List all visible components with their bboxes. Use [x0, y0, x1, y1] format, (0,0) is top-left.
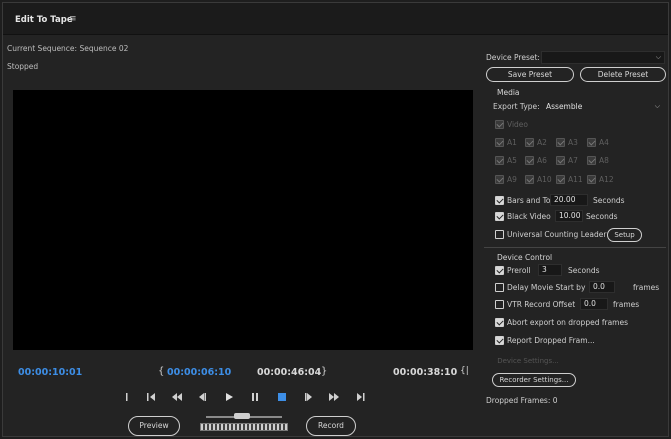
vtr-record-offset-label: VTR Record Offset — [507, 300, 576, 309]
current-sequence-label: Current Sequence: Sequence 02 — [7, 44, 129, 53]
preroll-label: Preroll — [507, 266, 531, 275]
step-forward-icon[interactable] — [300, 389, 318, 405]
bars-and-tone-checkbox[interactable] — [495, 196, 504, 205]
jog-wheel[interactable] — [200, 423, 288, 431]
rewind-icon[interactable] — [168, 389, 186, 405]
mark-in-icon[interactable] — [118, 389, 136, 405]
audio-channel-checkbox[interactable] — [525, 156, 534, 165]
preroll-checkbox[interactable] — [495, 266, 504, 275]
export-type-select[interactable]: Assemble ⌵ — [542, 100, 664, 113]
device-settings-button[interactable]: Device Settings... — [492, 354, 564, 368]
panel-title[interactable]: Edit To Tape — [15, 15, 73, 25]
abort-on-dropped-frames-label: Abort export on dropped frames — [507, 318, 628, 327]
in-bracket: { — [158, 366, 165, 377]
audio-channel-checkbox[interactable] — [525, 175, 534, 184]
preroll-unit: Seconds — [568, 266, 600, 275]
report-dropped-frames-label: Report Dropped Fram... — [507, 336, 595, 345]
video-label: Video — [507, 120, 529, 129]
audio-channel-label: A2 — [537, 138, 547, 147]
vtr-record-offset-checkbox[interactable] — [495, 300, 504, 309]
black-video-label: Black Video — [507, 212, 551, 221]
delay-movie-start-unit: frames — [633, 283, 660, 292]
audio-channel-checkbox[interactable] — [495, 175, 504, 184]
duration-bracket-icon: {| — [460, 366, 469, 376]
video-checkbox[interactable] — [495, 120, 504, 129]
export-type-label: Export Type: — [493, 102, 540, 111]
delay-movie-start-input[interactable]: 0.0 — [589, 281, 615, 293]
preview-button[interactable]: Preview — [128, 416, 180, 436]
universal-counting-leader-checkbox[interactable] — [495, 230, 504, 239]
vtr-record-offset-input[interactable]: 0.0 — [580, 298, 608, 310]
out-point-timecode[interactable]: 00:00:46:04 — [257, 367, 321, 378]
audio-channel-label: A5 — [507, 156, 517, 165]
audio-channel-checkbox[interactable] — [525, 138, 534, 147]
black-video-seconds-input[interactable]: 10.00 — [555, 210, 583, 222]
audio-channel-label: A11 — [568, 175, 583, 184]
audio-channel-label: A3 — [568, 138, 578, 147]
duration-timecode: 00:00:38:10 — [393, 367, 458, 378]
in-point-timecode[interactable]: 00:00:06:10 — [167, 367, 231, 378]
go-to-out-icon[interactable] — [352, 389, 370, 405]
audio-channel-label: A10 — [537, 175, 552, 184]
bars-and-tone-seconds-input[interactable]: 20.00 — [550, 194, 588, 206]
black-video-unit: Seconds — [586, 212, 618, 221]
panel-tab-bar: Edit To Tape ≡ — [3, 3, 668, 35]
pause-icon[interactable] — [246, 389, 264, 405]
current-timecode[interactable]: 00:00:10:01 — [18, 367, 82, 378]
bars-and-tone-unit: Seconds — [593, 196, 625, 205]
audio-channel-label: A12 — [599, 175, 614, 184]
out-bracket: } — [321, 366, 328, 377]
dropped-frames-label: Dropped Frames: 0 — [486, 396, 558, 405]
audio-channel-label: A1 — [507, 138, 517, 147]
delete-preset-button[interactable]: Delete Preset — [580, 67, 666, 82]
universal-counting-leader-label: Universal Counting Leader — [507, 230, 607, 239]
audio-channel-checkbox[interactable] — [495, 156, 504, 165]
audio-channel-label: A6 — [537, 156, 547, 165]
setup-button[interactable]: Setup — [607, 228, 642, 242]
play-icon[interactable] — [220, 389, 238, 405]
audio-channel-checkbox[interactable] — [587, 156, 596, 165]
audio-channel-label: A9 — [507, 175, 517, 184]
device-preset-label: Device Preset: — [486, 53, 540, 62]
go-to-in-icon[interactable] — [142, 389, 160, 405]
device-preset-select[interactable]: ⌵ — [541, 51, 665, 64]
jog-shuttle[interactable] — [200, 413, 288, 433]
audio-channel-label: A7 — [568, 156, 578, 165]
stop-icon[interactable] — [273, 389, 291, 405]
record-button[interactable]: Record — [306, 416, 356, 436]
audio-channel-label: A4 — [599, 138, 609, 147]
export-type-value: Assemble — [546, 102, 583, 111]
fast-forward-icon[interactable] — [325, 389, 343, 405]
chevron-down-icon: ⌵ — [655, 53, 661, 61]
audio-channel-checkbox[interactable] — [587, 175, 596, 184]
audio-channel-checkbox[interactable] — [495, 138, 504, 147]
device-control-heading: Device Control — [497, 253, 553, 262]
abort-on-dropped-frames-checkbox[interactable] — [495, 318, 504, 327]
status-label: Stopped — [7, 62, 39, 71]
vtr-record-offset-unit: frames — [613, 300, 640, 309]
report-dropped-frames-checkbox[interactable] — [495, 336, 504, 345]
shuttle-knob[interactable] — [234, 413, 250, 419]
video-preview — [13, 90, 473, 350]
save-preset-button[interactable]: Save Preset — [486, 67, 574, 82]
black-video-checkbox[interactable] — [495, 212, 504, 221]
section-divider — [484, 247, 666, 248]
audio-channel-checkbox[interactable] — [556, 138, 565, 147]
chevron-down-icon: ⌵ — [654, 102, 660, 110]
transport-controls — [118, 389, 376, 405]
recorder-settings-button[interactable]: Recorder Settings... — [492, 373, 576, 387]
delay-movie-start-label: Delay Movie Start by — [507, 283, 586, 292]
preroll-seconds-input[interactable]: 3 — [538, 264, 562, 276]
hamburger-menu-icon[interactable]: ≡ — [69, 14, 77, 24]
audio-channel-checkbox[interactable] — [587, 138, 596, 147]
audio-channel-checkbox[interactable] — [556, 175, 565, 184]
audio-channel-checkbox[interactable] — [556, 156, 565, 165]
delay-movie-start-checkbox[interactable] — [495, 283, 504, 292]
audio-channel-label: A8 — [599, 156, 609, 165]
media-heading: Media — [497, 88, 520, 97]
step-back-icon[interactable] — [193, 389, 211, 405]
